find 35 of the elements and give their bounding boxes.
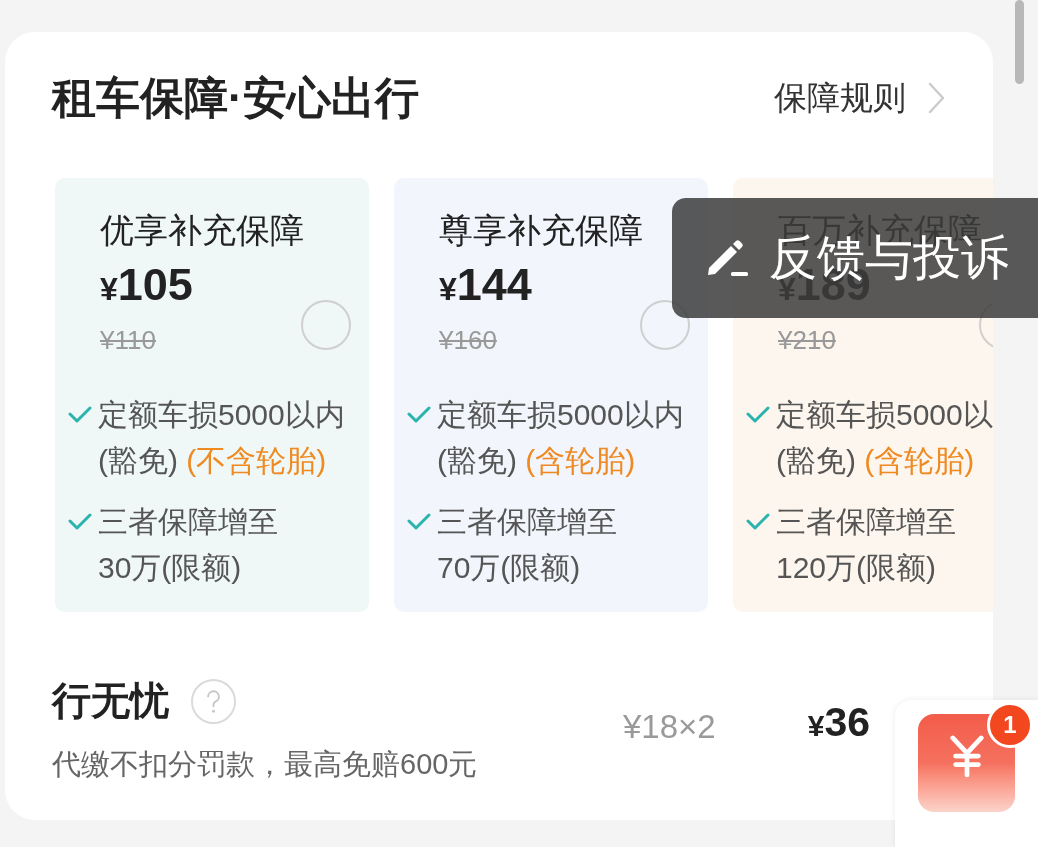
scrollbar-thumb[interactable] <box>1015 0 1024 84</box>
addon-price: ¥36 <box>807 698 870 747</box>
feature-text: 定额车损5000以内 (豁免) (不含轮胎) <box>98 397 345 479</box>
original-price: ¥110 <box>100 325 156 355</box>
plan-card[interactable]: 尊享补充保障 ¥144 ¥160 定额车损5000以内 (豁免) (含轮胎) 三者保障增至 70万(限额) <box>394 178 708 612</box>
section-title: 租车保障·安心出行 <box>52 72 419 124</box>
chevron-right-icon <box>928 81 945 114</box>
help-icon[interactable] <box>191 678 236 724</box>
plan-title: 尊享补充保障 <box>439 210 643 250</box>
count-badge: 1 <box>987 702 1033 748</box>
check-icon <box>407 513 431 531</box>
pencil-icon <box>705 238 749 278</box>
plan-price: ¥144 <box>439 259 532 312</box>
original-price: ¥210 <box>778 325 836 355</box>
feature-text: 三者保障增至 70万(限额) <box>437 504 617 586</box>
feature-text: 定额车损5000以内 (豁免) (含轮胎) <box>437 397 684 479</box>
check-icon <box>407 406 431 424</box>
addon-title: 行无忧 <box>52 678 169 724</box>
plan-price: ¥105 <box>100 259 193 312</box>
check-icon <box>746 406 770 424</box>
feature-text: 三者保障增至 30万(限额) <box>98 504 278 586</box>
check-icon <box>746 513 770 531</box>
addon-description: 代缴不扣分罚款，最高免赔600元 <box>52 747 478 782</box>
unit-price: ¥18×2 <box>623 706 716 747</box>
rules-link[interactable]: 保障规则 <box>774 75 945 120</box>
check-icon <box>68 406 92 424</box>
feature-text: 定额车损5000以 (豁免) (含轮胎) <box>776 397 993 479</box>
feature-text: 三者保障增至 120万(限额) <box>776 504 956 586</box>
original-price: ¥160 <box>439 325 497 355</box>
check-icon <box>68 513 92 531</box>
yen-coupon-icon <box>918 714 1015 812</box>
plan-card[interactable]: 优享补充保障 ¥105 ¥110 定额车损5000以内 (豁免) (不含轮胎) 三者保障增至 30万(限额) <box>55 178 369 612</box>
radio-button[interactable] <box>301 300 351 350</box>
coupon-widget[interactable]: 1 <box>895 700 1038 847</box>
plan-title: 优享补充保障 <box>100 210 304 250</box>
